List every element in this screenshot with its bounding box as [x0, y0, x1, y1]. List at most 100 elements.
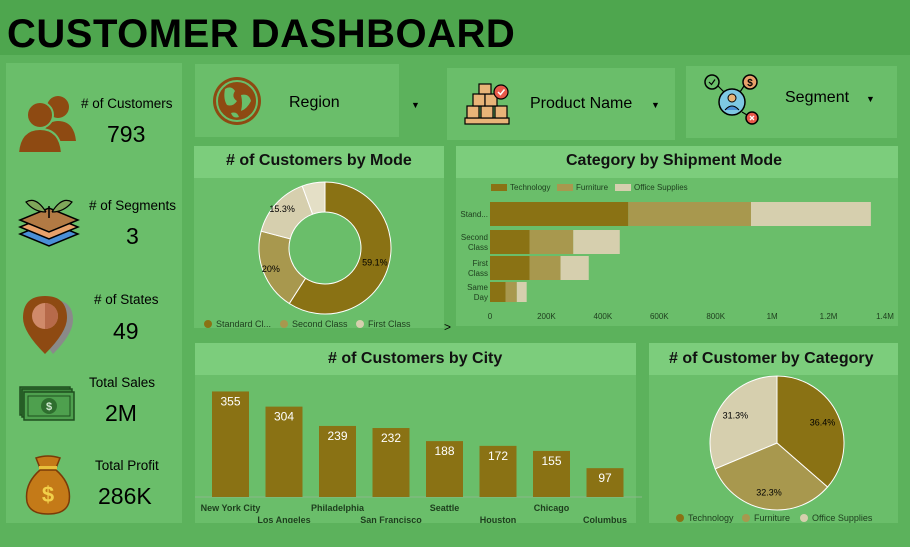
- data-label: 32.3%: [756, 487, 782, 497]
- axis-tick-label: 1M: [767, 312, 778, 321]
- axis-tick-label: Stand...: [460, 210, 488, 219]
- data-label: 97: [598, 471, 612, 485]
- axis-tick-label: Same: [467, 283, 488, 292]
- globe-icon: [213, 77, 261, 125]
- map-pin-icon: [23, 296, 73, 354]
- data-label: 31.3%: [723, 410, 749, 420]
- kpi-value: 2M: [105, 400, 137, 426]
- axis-tick-label: 800K: [706, 312, 725, 321]
- kpi-label: # of Customers: [81, 96, 173, 111]
- axis-tick-label: Day: [474, 293, 488, 302]
- layers-icon: [18, 199, 80, 247]
- legend-label: Office Supplies: [634, 183, 688, 192]
- data-label: 239: [327, 429, 347, 443]
- data-label: 15.3%: [269, 204, 295, 214]
- chart-title: # of Customer by Category: [669, 350, 874, 367]
- axis-tick-label: Columbus: [583, 515, 627, 523]
- customer-by-category-card: # of Customer by Category 36.4% 32.3% 31.3…: [649, 343, 898, 523]
- kpi-profit: $ Total Profit 286K: [6, 450, 182, 523]
- bar-segment: [505, 282, 517, 302]
- slicer-product-name[interactable]: Product Name ▼: [447, 68, 675, 140]
- chevron-right-icon[interactable]: >: [444, 320, 451, 334]
- legend-marker: [204, 320, 212, 328]
- kpi-label: # of States: [94, 292, 159, 307]
- slicer-label: Region: [289, 94, 340, 111]
- customers-by-mode-card: # of Customers by Mode 59.1% 20% 15.3% Stan…: [194, 146, 444, 328]
- data-label: 304: [274, 410, 294, 424]
- kpi-value: 49: [113, 318, 139, 344]
- legend-marker: [676, 514, 684, 522]
- axis-tick-label: 1.4M: [876, 312, 894, 321]
- slicer-region[interactable]: Region ▼: [195, 64, 420, 137]
- axis-tick-label: Class: [468, 243, 488, 252]
- slicer-label: Segment: [785, 89, 850, 106]
- bar-segment: [628, 202, 751, 226]
- axis-tick-label: Los Angeles: [257, 515, 310, 523]
- legend-label: Technology: [688, 513, 734, 523]
- slicer-segment[interactable]: $ Segment ▼: [686, 66, 897, 138]
- legend-marker: [280, 320, 288, 328]
- money-bag-icon: $: [25, 455, 71, 515]
- kpi-label: Total Profit: [95, 458, 159, 473]
- axis-tick-label: 600K: [650, 312, 669, 321]
- legend-marker: [800, 514, 808, 522]
- axis-tick-label: San Francisco: [360, 515, 422, 523]
- data-label: 20%: [262, 264, 280, 274]
- kpi-segments: # of Segments 3: [6, 170, 182, 265]
- bar-segment: [490, 202, 629, 226]
- axis-tick-label: Philadelphia: [311, 503, 365, 513]
- axis-tick-label: Seattle: [430, 503, 460, 513]
- legend-label: First Class: [368, 319, 411, 328]
- data-label: 59.1%: [362, 258, 388, 268]
- bar-segment: [750, 202, 871, 226]
- legend-label: Furniture: [576, 183, 609, 192]
- bar-segment: [560, 256, 589, 280]
- slicer-label: Product Name: [530, 95, 633, 112]
- svg-text:$: $: [46, 401, 52, 413]
- city-bar-chart: 355 New York City 304 Los Angeles 239 Philade…: [195, 391, 642, 523]
- chevron-down-icon[interactable]: ▼: [866, 94, 875, 104]
- cash-icon: $: [19, 386, 75, 421]
- axis-tick-label: Second: [461, 233, 488, 242]
- axis-tick-label: 400K: [594, 312, 613, 321]
- legend-marker: [356, 320, 364, 328]
- axis-tick-label: 200K: [537, 312, 556, 321]
- chart-title: # of Customers by Mode: [226, 152, 412, 169]
- kpi-states: # of States 49: [6, 280, 182, 370]
- legend-label: Furniture: [754, 513, 790, 523]
- bar-segment: [516, 282, 527, 302]
- category-by-shipment-card: Category by Shipment Mode Technology Furn…: [456, 146, 898, 326]
- data-label: 36.4%: [810, 417, 836, 427]
- data-label: 188: [434, 444, 454, 458]
- kpi-value: 286K: [98, 483, 152, 509]
- axis-tick-label: Houston: [480, 515, 517, 523]
- axis-tick-label: 1.2M: [820, 312, 838, 321]
- axis-tick-label: Chicago: [534, 503, 570, 513]
- bar-segment: [490, 230, 530, 254]
- legend-label: Technology: [510, 183, 550, 192]
- chart-title: # of Customers by City: [328, 350, 503, 367]
- chevron-down-icon[interactable]: ▼: [651, 100, 660, 110]
- bar-segment: [490, 256, 530, 280]
- data-label: 232: [381, 431, 401, 445]
- legend-marker: [491, 184, 507, 191]
- axis-tick-label: New York City: [201, 503, 261, 513]
- kpi-label: Total Sales: [89, 375, 156, 390]
- bar-segment: [573, 230, 620, 254]
- chevron-down-icon[interactable]: ▼: [411, 100, 420, 110]
- legend-marker: [742, 514, 750, 522]
- stacked-bar-chart: Technology Furniture Office Supplies Stand.…: [460, 183, 894, 321]
- axis-tick-label: First: [472, 259, 488, 268]
- data-label: 355: [220, 394, 240, 408]
- boxes-icon: [464, 83, 510, 125]
- legend-label: Office Supplies: [812, 513, 873, 523]
- svg-text:$: $: [747, 78, 753, 89]
- kpi-label: # of Segments: [89, 198, 177, 213]
- bar-segment: [529, 230, 574, 254]
- kpi-sales: $ Total Sales 2M: [6, 370, 182, 445]
- axis-tick-label: Class: [468, 269, 488, 278]
- legend-label: Second Class: [292, 319, 348, 328]
- bar-segment: [529, 256, 561, 280]
- people-icon: [16, 96, 76, 154]
- legend-marker: [557, 184, 573, 191]
